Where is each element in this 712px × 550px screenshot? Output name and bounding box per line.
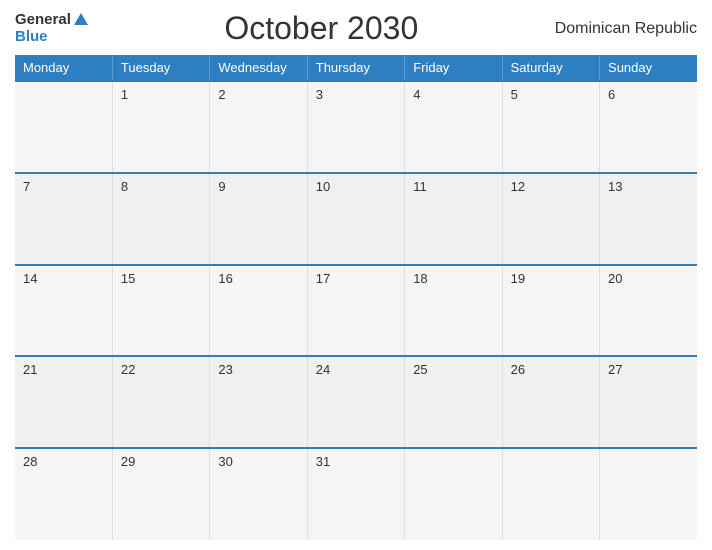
calendar-day-19: 19	[502, 265, 599, 357]
calendar-week-row: 21222324252627	[15, 356, 697, 448]
calendar-day-26: 26	[502, 356, 599, 448]
calendar-day-23: 23	[210, 356, 307, 448]
calendar-day-12: 12	[502, 173, 599, 265]
country-name: Dominican Republic	[555, 20, 697, 38]
day-headers-row: MondayTuesdayWednesdayThursdayFridaySatu…	[15, 55, 697, 81]
day-header-wednesday: Wednesday	[210, 55, 307, 81]
calendar-day-empty	[15, 81, 112, 173]
calendar-day-7: 7	[15, 173, 112, 265]
calendar-day-empty	[405, 448, 502, 540]
calendar-day-14: 14	[15, 265, 112, 357]
calendar-week-row: 123456	[15, 81, 697, 173]
calendar-week-row: 28293031	[15, 448, 697, 540]
day-header-sunday: Sunday	[600, 55, 697, 81]
calendar-day-15: 15	[112, 265, 209, 357]
calendar-day-22: 22	[112, 356, 209, 448]
calendar-day-29: 29	[112, 448, 209, 540]
day-header-tuesday: Tuesday	[112, 55, 209, 81]
calendar-day-6: 6	[600, 81, 697, 173]
calendar-week-row: 78910111213	[15, 173, 697, 265]
calendar-day-20: 20	[600, 265, 697, 357]
calendar-body: 1234567891011121314151617181920212223242…	[15, 81, 697, 540]
calendar-day-16: 16	[210, 265, 307, 357]
day-header-saturday: Saturday	[502, 55, 599, 81]
calendar-day-28: 28	[15, 448, 112, 540]
calendar-week-row: 14151617181920	[15, 265, 697, 357]
calendar-day-2: 2	[210, 81, 307, 173]
calendar-day-27: 27	[600, 356, 697, 448]
calendar-day-9: 9	[210, 173, 307, 265]
day-header-monday: Monday	[15, 55, 112, 81]
calendar-day-1: 1	[112, 81, 209, 173]
logo: General Blue	[15, 12, 88, 45]
calendar-day-empty	[600, 448, 697, 540]
calendar-day-11: 11	[405, 173, 502, 265]
calendar-day-24: 24	[307, 356, 404, 448]
calendar-day-5: 5	[502, 81, 599, 173]
calendar-day-10: 10	[307, 173, 404, 265]
day-header-thursday: Thursday	[307, 55, 404, 81]
calendar-day-3: 3	[307, 81, 404, 173]
logo-triangle-icon	[74, 13, 88, 25]
calendar-day-18: 18	[405, 265, 502, 357]
logo-blue-text: Blue	[15, 29, 48, 46]
calendar-header: MondayTuesdayWednesdayThursdayFridaySatu…	[15, 55, 697, 81]
calendar-day-25: 25	[405, 356, 502, 448]
logo-general-text: General	[15, 12, 71, 29]
calendar-day-31: 31	[307, 448, 404, 540]
calendar-day-30: 30	[210, 448, 307, 540]
calendar-day-13: 13	[600, 173, 697, 265]
calendar-day-17: 17	[307, 265, 404, 357]
page-header: General Blue October 2030 Dominican Repu…	[15, 10, 697, 47]
calendar-table: MondayTuesdayWednesdayThursdayFridaySatu…	[15, 55, 697, 540]
calendar-day-empty	[502, 448, 599, 540]
calendar-title: October 2030	[224, 10, 418, 47]
calendar-day-4: 4	[405, 81, 502, 173]
calendar-day-8: 8	[112, 173, 209, 265]
calendar-day-21: 21	[15, 356, 112, 448]
day-header-friday: Friday	[405, 55, 502, 81]
